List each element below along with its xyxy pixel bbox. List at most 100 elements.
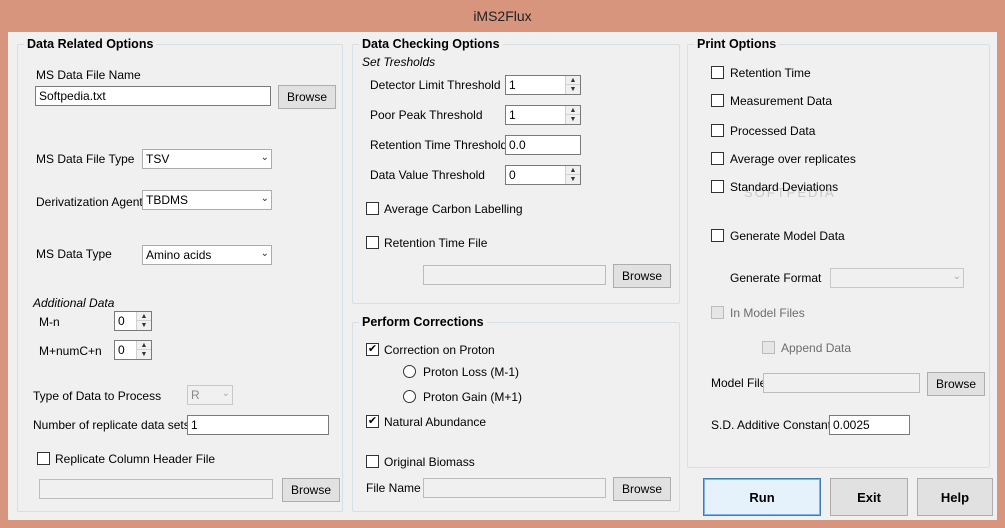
data-checking-group: Data Checking Options Set Tresholds Dete… [352,37,680,304]
mnumc-value: 0 [118,343,125,357]
spin-down-icon[interactable]: ▼ [566,175,580,184]
proton-correction-label: Correction on Proton [384,343,495,357]
retention-file-label: Retention Time File [384,236,488,250]
mn-stepper[interactable]: 0 ▲ ▼ [114,311,152,331]
ms-file-browse-button[interactable]: Browse [278,85,336,109]
ms-data-type-label: MS Data Type [36,247,112,261]
mn-label: M-n [39,315,60,329]
retention-file-input [423,265,606,285]
append-data-checkbox [762,341,775,354]
deriv-agent-select[interactable]: TBDMS ⌄ [142,190,272,210]
retention-time-checkbox[interactable] [711,66,724,79]
std-deviations-label: Standard Deviations [730,180,839,194]
type-process-label: Type of Data to Process [33,389,162,403]
chevron-down-icon: ⌄ [260,248,269,259]
spin-up-icon[interactable]: ▲ [137,341,151,350]
data-value-value: 0 [509,168,516,182]
spin-down-icon[interactable]: ▼ [137,350,151,359]
average-replicates-label: Average over replicates [730,152,856,166]
exit-button[interactable]: Exit [830,478,908,516]
avg-carbon-checkbox[interactable] [366,202,379,215]
set-thresholds-label: Set Tresholds [362,55,436,69]
deriv-agent-label: Derivatization Agent [36,195,143,209]
spin-up-icon[interactable]: ▲ [566,106,580,115]
replicate-browse-button[interactable]: Browse [282,478,340,502]
retention-time-label: Retention Time [730,66,811,80]
window-title: iMS2Flux [473,8,532,24]
chevron-down-icon: ⌄ [952,271,961,282]
model-file-input [763,373,920,393]
mn-value: 0 [118,314,125,328]
poor-peak-value: 1 [509,108,516,122]
measurement-data-checkbox[interactable] [711,94,724,107]
corrections-group: Perform Corrections ✔ Correction on Prot… [352,315,680,512]
proton-loss-label: Proton Loss (M-1) [423,365,520,379]
ms-file-label: MS Data File Name [36,68,141,82]
generate-format-select: ⌄ [830,268,964,288]
proton-loss-radio[interactable] [403,365,416,378]
natural-abundance-checkbox[interactable]: ✔ [366,415,379,428]
retention-threshold-input[interactable]: 0.0 [505,135,581,155]
chevron-down-icon: ⌄ [260,193,269,204]
app-window: iMS2Flux Data Related Options MS Data Fi… [0,0,1005,528]
spin-down-icon[interactable]: ▼ [566,115,580,124]
replicates-label: Number of replicate data sets [33,418,190,432]
poor-peak-label: Poor Peak Threshold [370,108,483,122]
file-type-select[interactable]: TSV ⌄ [142,149,272,169]
retention-file-browse-button[interactable]: Browse [613,264,671,288]
original-biomass-checkbox[interactable] [366,455,379,468]
mnumc-stepper[interactable]: 0 ▲ ▼ [114,340,152,360]
original-biomass-label: Original Biomass [384,455,475,469]
data-checking-legend: Data Checking Options [359,37,503,51]
ms-file-input[interactable]: Softpedia.txt [35,86,271,106]
client-area: Data Related Options MS Data File Name S… [8,32,997,520]
retention-file-checkbox[interactable] [366,236,379,249]
generate-model-checkbox[interactable] [711,229,724,242]
help-button[interactable]: Help [917,478,993,516]
type-process-value: R [191,388,200,402]
print-options-legend: Print Options [694,37,780,51]
spin-down-icon[interactable]: ▼ [566,85,580,94]
detector-limit-value: 1 [509,78,516,92]
proton-gain-radio[interactable] [403,390,416,403]
data-related-group: Data Related Options MS Data File Name S… [17,37,343,512]
mnumc-label: M+numC+n [39,344,102,358]
chevron-down-icon: ⌄ [221,388,230,399]
model-file-browse-button[interactable]: Browse [927,372,985,396]
run-button[interactable]: Run [703,478,821,516]
file-type-label: MS Data File Type [36,152,135,166]
data-value-stepper[interactable]: 0 ▲ ▼ [505,165,581,185]
in-model-files-checkbox [711,306,724,319]
generate-format-label: Generate Format [730,271,822,285]
proton-gain-label: Proton Gain (M+1) [423,390,523,404]
replicate-header-label: Replicate Column Header File [55,452,216,466]
generate-model-label: Generate Model Data [730,229,845,243]
processed-data-checkbox[interactable] [711,124,724,137]
detector-limit-stepper[interactable]: 1 ▲ ▼ [505,75,581,95]
poor-peak-stepper[interactable]: 1 ▲ ▼ [505,105,581,125]
ms-data-type-value: Amino acids [146,248,212,262]
spin-up-icon[interactable]: ▲ [137,312,151,321]
model-file-label: Model File [711,376,767,390]
file-name-browse-button[interactable]: Browse [613,477,671,501]
data-related-legend: Data Related Options [24,37,157,51]
replicates-input[interactable]: 1 [187,415,329,435]
in-model-files-label: In Model Files [730,306,805,320]
spin-up-icon[interactable]: ▲ [566,76,580,85]
ms-data-type-select[interactable]: Amino acids ⌄ [142,245,272,265]
additional-data-label: Additional Data [33,296,115,310]
spin-down-icon[interactable]: ▼ [137,321,151,330]
file-name-label: File Name [366,481,421,495]
sd-constant-input[interactable]: 0.0025 [829,415,910,435]
replicate-header-checkbox[interactable] [37,452,50,465]
proton-correction-checkbox[interactable]: ✔ [366,343,379,356]
append-data-label: Append Data [781,341,852,355]
file-name-input [423,478,606,498]
sd-constant-label: S.D. Additive Constant [711,418,832,432]
average-replicates-checkbox[interactable] [711,152,724,165]
processed-data-label: Processed Data [730,124,816,138]
natural-abundance-label: Natural Abundance [384,415,487,429]
std-deviations-checkbox[interactable] [711,180,724,193]
spin-up-icon[interactable]: ▲ [566,166,580,175]
print-options-group: Print Options SOFTPEDIA Retention Time M… [687,37,990,468]
